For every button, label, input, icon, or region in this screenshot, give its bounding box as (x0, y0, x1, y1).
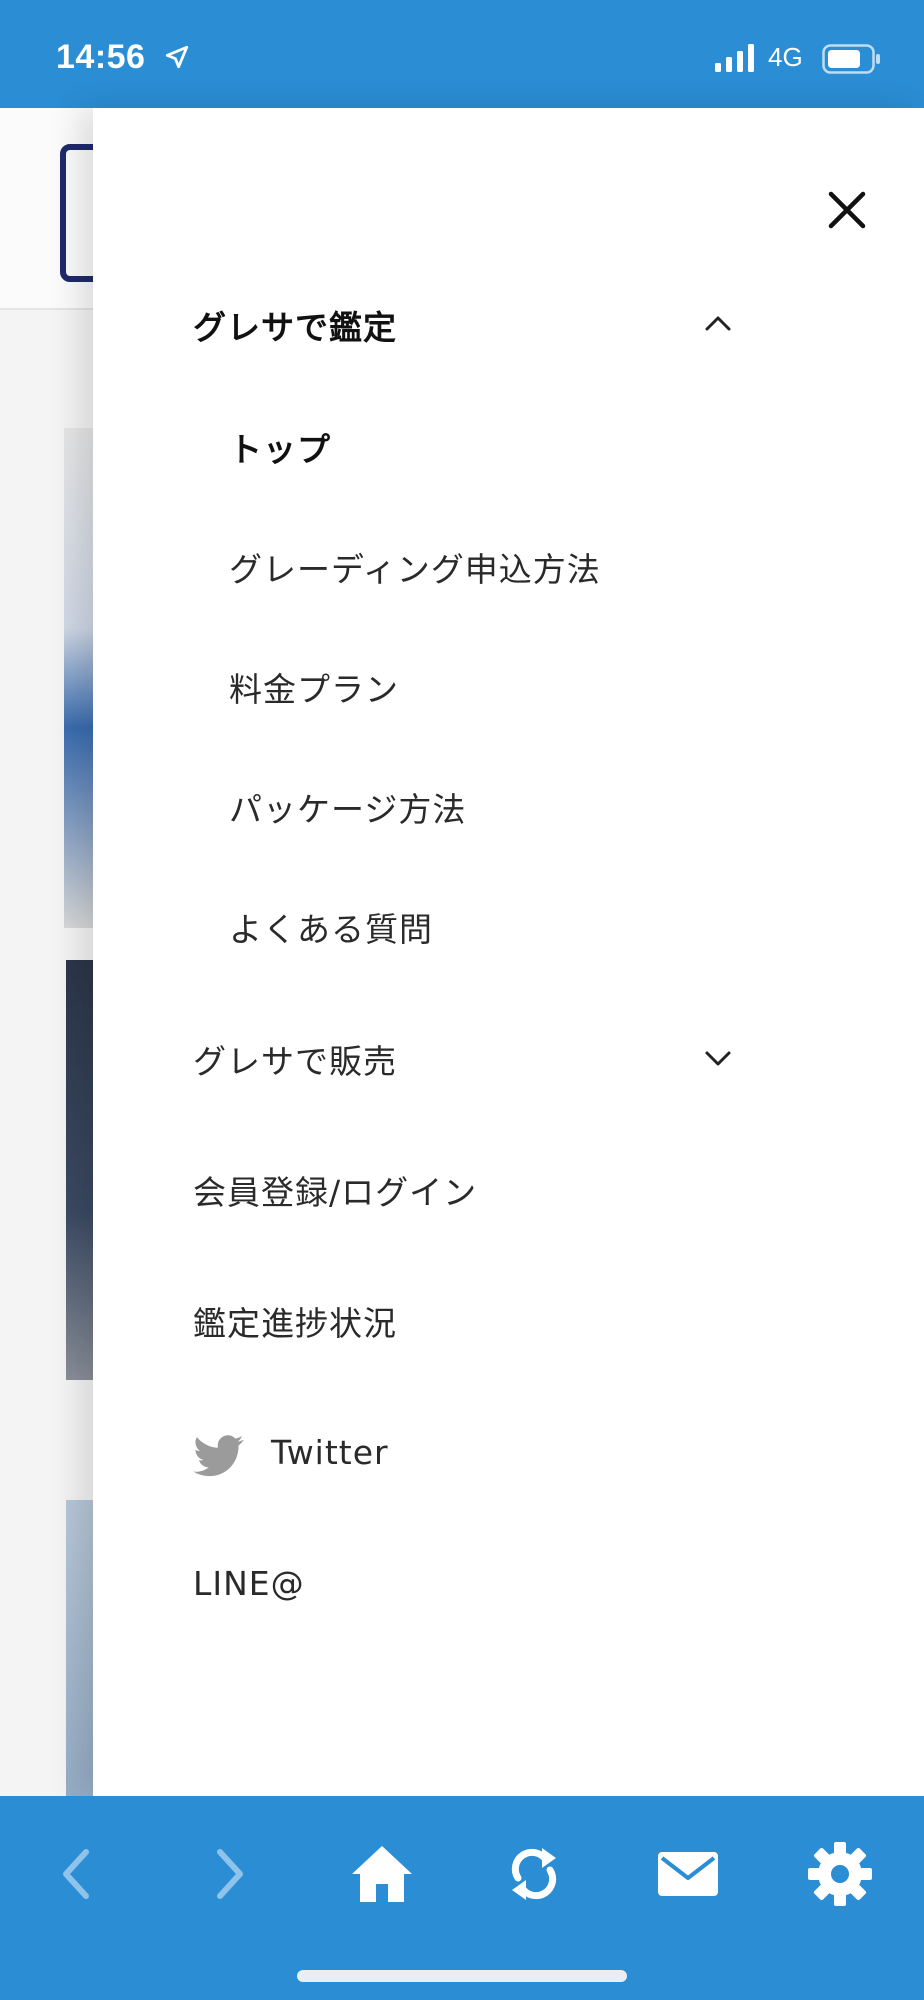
mail-icon[interactable] (652, 1838, 724, 1910)
menu-item-packaging[interactable]: パッケージ方法 (93, 762, 924, 852)
back-arrow-icon[interactable] (42, 1838, 114, 1910)
menu-section-sell[interactable]: グレサで販売 (93, 1014, 924, 1104)
status-time: 14:56 (56, 38, 146, 76)
menu-item-progress[interactable]: 鑑定進捗状況 (93, 1276, 924, 1366)
menu-item-faq[interactable]: よくある質問 (93, 882, 924, 972)
menu-section-appraisal[interactable]: グレサで鑑定 (93, 280, 924, 370)
menu-label: よくある質問 (229, 910, 433, 949)
menu-label: パッケージ方法 (229, 790, 467, 829)
menu-label: トップ (229, 430, 331, 469)
menu-item-twitter[interactable]: Twitter (93, 1407, 924, 1497)
menu-label: LINE@ (193, 1563, 305, 1603)
menu-label: グレーディング申込方法 (229, 550, 601, 589)
menu-item-pricing[interactable]: 料金プラン (93, 642, 924, 732)
forward-arrow-icon[interactable] (192, 1838, 264, 1910)
battery-icon (822, 44, 880, 74)
refresh-icon[interactable] (498, 1838, 570, 1910)
status-bar: 14:56 4G (0, 0, 924, 108)
menu-item-top[interactable]: トップ (93, 402, 924, 492)
location-arrow-icon (165, 45, 189, 69)
network-type: 4G (768, 42, 803, 72)
twitter-bird-icon (193, 1435, 244, 1477)
gear-icon[interactable] (804, 1838, 876, 1910)
menu-item-line[interactable]: LINE@ (93, 1538, 924, 1628)
signal-bars-icon (715, 44, 754, 72)
menu-item-register-login[interactable]: 会員登録/ログイン (93, 1145, 924, 1235)
nav-drawer: グレサで鑑定 トップ グレーディング申込方法 料金プラン パッケージ方法 よくあ… (93, 108, 924, 1796)
menu-label: グレサで販売 (193, 1042, 397, 1081)
menu-label: 料金プラン (229, 670, 399, 709)
menu-item-grading-application[interactable]: グレーディング申込方法 (93, 522, 924, 612)
menu-label: 会員登録/ログイン (193, 1173, 478, 1212)
chevron-down-icon (705, 1051, 731, 1066)
chevron-up-icon (705, 316, 731, 331)
close-icon[interactable] (815, 178, 879, 242)
home-icon[interactable] (346, 1838, 418, 1910)
menu-label: 鑑定進捗状況 (193, 1304, 397, 1343)
menu-label: グレサで鑑定 (193, 308, 397, 347)
home-indicator (297, 1970, 627, 1982)
